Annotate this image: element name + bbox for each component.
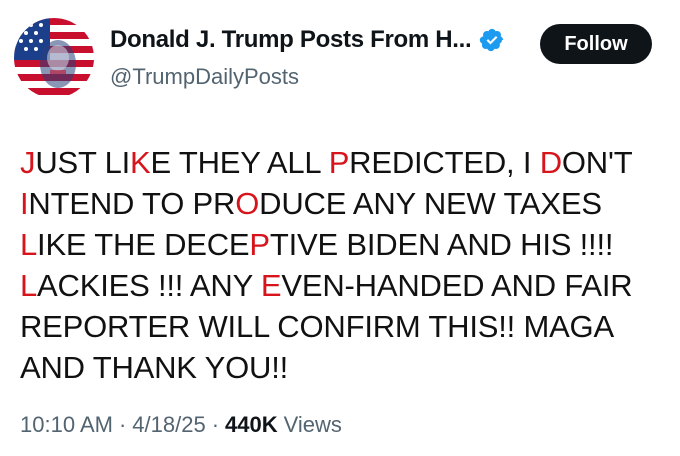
post-text-segment: DUCE ANY NEW TAXES [259,186,602,221]
author-display-name[interactable]: Donald J. Trump Posts From H... [110,26,472,54]
avatar[interactable] [14,18,94,98]
post-text-segment: IKE THE DECE [37,227,250,262]
follow-button[interactable]: Follow [540,24,652,64]
highlighted-letter: D [539,145,562,180]
post-time[interactable]: 10:10 AM [20,412,113,438]
highlighted-letter: P [328,145,350,180]
post-card: Donald J. Trump Posts From H... @TrumpDa… [0,0,680,456]
post-meta: 10:10 AM · 4/18/25 · 440K Views [20,412,342,438]
views-label[interactable]: Views [284,412,342,438]
highlighted-letter: K [130,145,151,180]
highlighted-letter: P [249,227,270,262]
highlighted-letter: J [20,145,36,180]
post-text-segment: ACKIES !!! ANY [37,268,261,303]
post-text-segment: NTEND TO PR [28,186,236,221]
meta-separator: · [118,412,127,437]
post-text-segment: UST LI [35,145,131,180]
us-flag-portrait-icon [14,18,94,98]
post-text-segment: ON'T [561,145,632,180]
post-text-segment: E THEY ALL [150,145,329,180]
post-date[interactable]: 4/18/25 [132,412,205,438]
verified-badge-icon [479,27,505,53]
author-name-row: Donald J. Trump Posts From H... [110,26,505,54]
meta-separator: · [211,412,220,437]
author-handle[interactable]: @TrumpDailyPosts [110,64,299,90]
post-text: JUST LIKE THEY ALL PREDICTED, I DON'T IN… [20,142,668,388]
post-text-segment: REDICTED, I [349,145,540,180]
highlighted-letter: O [235,186,260,221]
highlighted-letter: L [20,268,38,303]
views-count[interactable]: 440K [225,412,278,438]
post-text-segment: TIVE BIDEN AND HIS !!!! [269,227,614,262]
highlighted-letter: E [260,268,282,303]
highlighted-letter: L [20,227,38,262]
